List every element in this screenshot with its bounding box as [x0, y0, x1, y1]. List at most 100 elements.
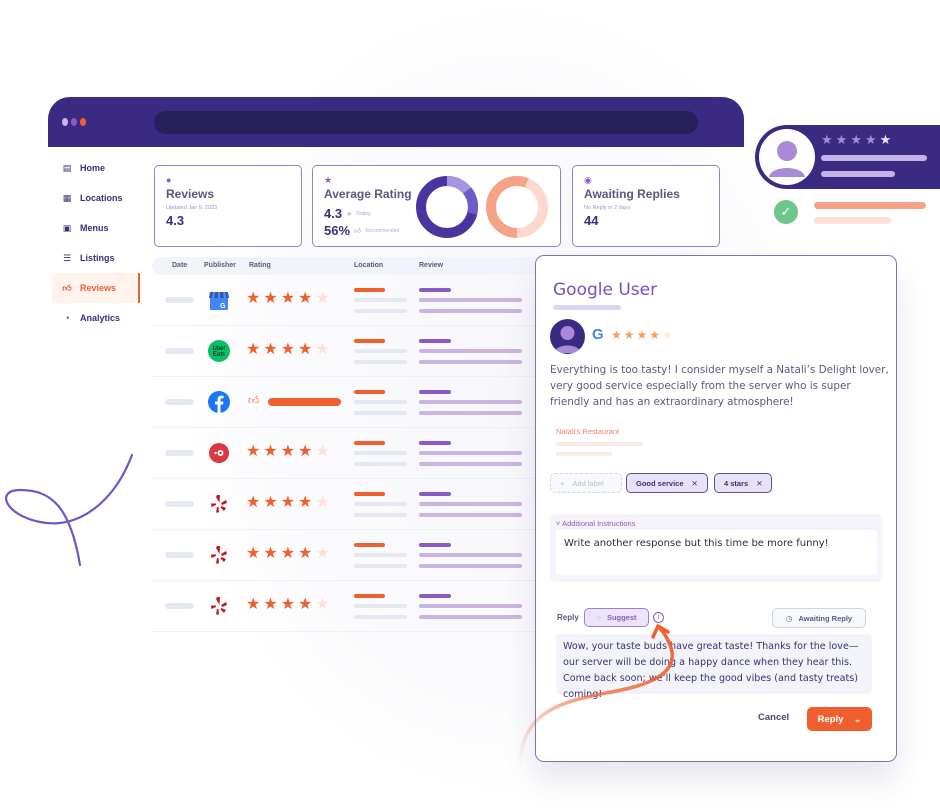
sidebar-item-reviews[interactable]: 👍︎ Reviews [52, 273, 140, 303]
card-subtitle: Updated Jan 9, 2023 [166, 205, 218, 211]
review-placeholder [419, 604, 522, 608]
table-row[interactable]: G ★ ★ ★ ★ ★ [152, 275, 582, 326]
restaurant-name[interactable]: Natali's Restaurant [556, 427, 619, 436]
check-icon: ✓ [774, 200, 798, 224]
info-icon[interactable]: i [653, 612, 664, 623]
location-placeholder [354, 309, 407, 313]
window-dot-2[interactable] [71, 118, 77, 126]
uber-eats-icon: UberEats [208, 340, 230, 362]
star-icon: ★ [850, 132, 862, 147]
chevron-down-icon: ˅ [556, 519, 561, 528]
table-row[interactable]: ★ ★ ★ ★ ★ [152, 530, 582, 581]
window-controls [62, 118, 86, 126]
additional-instructions-toggle[interactable]: ˅ Additional Instructions [556, 519, 635, 528]
recommended-row: 56% 👍︎ Recommended [324, 223, 399, 238]
card-title: Average Rating [324, 187, 412, 201]
rating-stars: ★ ★ ★ ★ ★ [246, 444, 330, 460]
table-row[interactable]: ★ ★ ★ ★ ★ [152, 479, 582, 530]
location-placeholder [354, 543, 385, 547]
column-header-publisher[interactable]: Publisher [204, 262, 236, 269]
star-icon: ★ [623, 328, 635, 342]
clock-icon: ◷ [785, 613, 793, 623]
star-icon: ★ [263, 596, 278, 613]
star-icon: ★ [324, 175, 333, 185]
date-placeholder [165, 399, 194, 405]
column-header-date[interactable]: Date [172, 262, 187, 269]
sidebar-item-listings[interactable]: ☰ Listings [48, 243, 138, 273]
table-row[interactable]: ★ ★ ★ ★ ★ [152, 428, 582, 479]
tag-chip[interactable]: 4 stars ✕ [714, 473, 773, 493]
thumbs-up-icon: 👍︎ [248, 395, 260, 407]
cancel-button[interactable]: Cancel [758, 712, 789, 723]
google-business-icon: G [209, 291, 229, 310]
card-value: 44 [584, 213, 599, 228]
chevron-down-icon[interactable]: ⌄ [853, 714, 861, 725]
menu-icon: ▣ [62, 222, 72, 233]
google-icon: G [592, 326, 604, 343]
review-placeholder [419, 543, 451, 547]
date-placeholder [165, 297, 194, 303]
rating-label: Rating [356, 210, 371, 217]
column-header-review[interactable]: Review [419, 262, 443, 269]
reply-button[interactable]: Reply ⌄ [807, 707, 872, 731]
awaiting-replies-card[interactable]: ◉ Awaiting Replies No Reply in 2 days 44 [572, 165, 720, 247]
reply-textarea[interactable]: Wow, your taste buds have great taste! T… [556, 634, 872, 700]
card-title: Awaiting Replies [584, 187, 680, 201]
close-icon[interactable]: ✕ [692, 479, 698, 488]
location-placeholder [354, 349, 407, 353]
close-icon[interactable]: ✕ [756, 479, 762, 488]
window-dot-3[interactable] [80, 118, 86, 126]
column-header-location[interactable]: Location [354, 262, 383, 269]
average-rating-card[interactable]: ★ Average Rating 4.3 ★ Rating 56% 👍︎ Rec… [312, 165, 561, 247]
reviews-card[interactable]: ● Reviews Updated Jan 9, 2023 4.3 [154, 165, 302, 247]
table-row[interactable]: ★ ★ ★ ★ ★ [152, 581, 582, 632]
sidebar-item-home[interactable]: ▤ Home [48, 153, 138, 183]
instructions-input[interactable]: Write another response but this time be … [556, 530, 877, 575]
recommended-value: 56% [324, 223, 351, 238]
table-row[interactable]: 👍︎ [152, 377, 582, 428]
review-stars: ★ ★ ★ ★ ★ [611, 328, 673, 342]
suggest-label: Suggest [606, 613, 637, 622]
table-header: Date Publisher Rating Location Review [152, 257, 592, 275]
location-placeholder [354, 615, 407, 619]
review-placeholder [419, 615, 522, 619]
status-badge[interactable]: ◷ Awaiting Reply [772, 608, 866, 628]
date-placeholder [165, 348, 194, 354]
sidebar-item-analytics[interactable]: ◔ Analytics [48, 303, 138, 333]
sidebar-item-label: Reviews [80, 283, 117, 293]
star-icon: ★ [246, 290, 261, 307]
instructions-text: Write another response but this time be … [564, 538, 829, 549]
sidebar-item-locations[interactable]: ▦ Locations [48, 183, 138, 213]
star-icon: ★ [298, 443, 313, 460]
rating-row: 4.3 ★ Rating [324, 206, 371, 221]
sidebar-item-label: Home [80, 163, 106, 173]
window-dot-1[interactable] [62, 118, 68, 126]
suggest-button[interactable]: ◌ Suggest [584, 608, 649, 627]
sidebar-item-label: Locations [80, 193, 123, 203]
document-icon: ▤ [62, 162, 72, 173]
rating-stars: ★ ★ ★ ★ ★ [246, 495, 330, 511]
title-bar [48, 97, 744, 147]
review-placeholder [419, 288, 451, 292]
address-bar[interactable] [154, 111, 698, 134]
location-placeholder [354, 298, 407, 302]
star-icon: ★ [835, 132, 848, 147]
add-label-button[interactable]: + Add label [550, 473, 622, 493]
table-row[interactable]: Uber Eats ★ ★ ★ ★ ★ [152, 326, 582, 377]
star-icon: ★ [246, 545, 261, 562]
tag-chip[interactable]: Good service ✕ [626, 473, 708, 493]
reply-button-label: Reply [817, 713, 844, 725]
text-placeholder-line [556, 442, 643, 446]
section-label: Additional Instructions [562, 519, 636, 528]
review-placeholder [419, 390, 451, 394]
location-placeholder [354, 513, 407, 517]
review-placeholder [419, 411, 522, 415]
column-header-rating[interactable]: Rating [249, 262, 271, 269]
user-avatar-icon [769, 141, 805, 177]
rating-value: 4.3 [324, 206, 343, 221]
location-placeholder [354, 288, 385, 292]
list-icon: ☰ [62, 252, 72, 263]
tag-label: Good service [636, 478, 684, 488]
date-placeholder [165, 501, 194, 507]
sidebar-item-menus[interactable]: ▣ Menus [48, 213, 138, 243]
